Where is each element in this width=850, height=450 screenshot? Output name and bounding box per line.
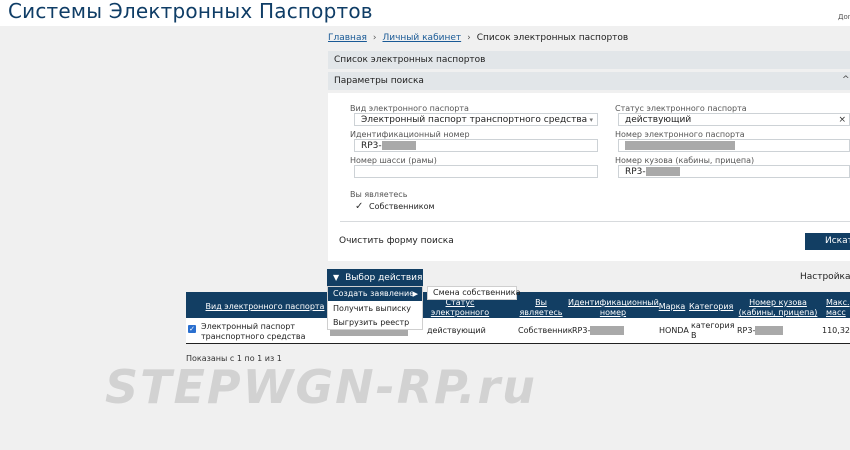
caret-down-icon: ▼ bbox=[333, 273, 340, 282]
chevron-right-icon: ▶ bbox=[412, 290, 418, 298]
redacted-block bbox=[755, 326, 784, 335]
body-number-input[interactable]: RP3- bbox=[618, 165, 850, 178]
search-button[interactable]: Искать bbox=[805, 233, 850, 250]
col-header-body-number[interactable]: Номер кузова (кабины, прицепа) bbox=[738, 298, 818, 318]
redacted-block bbox=[625, 141, 735, 150]
col-header-max-mass[interactable]: Макс. масс bbox=[826, 298, 850, 318]
redacted-block bbox=[590, 326, 625, 335]
status-label: Статус электронного паспорта bbox=[615, 104, 747, 113]
body-number-label: Номер кузова (кабины, прицепа) bbox=[615, 156, 755, 165]
owner-checkbox[interactable]: ✓ bbox=[355, 202, 365, 212]
watermark-logo: STEPWGN-RP.ru bbox=[105, 360, 537, 414]
breadcrumb: Главная › Личный кабинет › Список электронны… bbox=[328, 33, 628, 43]
menu-item-create-application[interactable]: Создать заявление ▶ bbox=[328, 287, 422, 301]
breadcrumb-current: Список электронных паспортов bbox=[476, 33, 629, 43]
breadcrumb-cabinet-link[interactable]: Личный кабинет bbox=[382, 33, 461, 43]
cell-max-mass: 110,32 bbox=[822, 326, 850, 335]
id-number-input[interactable]: RP3- bbox=[354, 139, 598, 152]
cell-type: Электронный паспорт транспортного средст… bbox=[201, 322, 306, 341]
header-user-link[interactable]: Дог bbox=[838, 13, 850, 21]
passport-type-select[interactable]: Электронный паспорт транспортного средст… bbox=[354, 113, 598, 126]
menu-item-get-extract[interactable]: Получить выписку bbox=[328, 302, 422, 316]
menu-item-label: Создать заявление bbox=[333, 289, 415, 298]
clear-icon[interactable]: × bbox=[838, 114, 846, 125]
passport-type-label: Вид электронного паспорта bbox=[350, 104, 469, 113]
passport-number-label: Номер электронного паспорта bbox=[615, 130, 745, 139]
action-select-button[interactable]: ▼ Выбор действия bbox=[327, 269, 423, 286]
app-title: Системы Электронных Паспортов bbox=[8, 0, 373, 23]
id-number-value: RP3- bbox=[361, 141, 382, 151]
id-number-label: Идентификационный номер bbox=[350, 130, 470, 139]
dropdown-caret-icon: ▾ bbox=[589, 116, 593, 124]
body-number-value: RP3- bbox=[625, 167, 646, 177]
action-select-label: Выбор действия bbox=[345, 273, 423, 283]
col-header-id-number[interactable]: Идентификационный номер bbox=[568, 298, 659, 318]
status-select[interactable]: действующий × bbox=[618, 113, 850, 126]
chassis-input[interactable] bbox=[354, 165, 598, 178]
cell-status: действующий bbox=[427, 326, 486, 335]
breadcrumb-home-link[interactable]: Главная bbox=[328, 33, 367, 43]
passport-number-input[interactable] bbox=[618, 139, 850, 152]
cell-brand: HONDA bbox=[659, 326, 689, 335]
cell-body-number: RP3- bbox=[737, 326, 784, 336]
you-are-label: Вы являетесь bbox=[350, 190, 408, 199]
chassis-label: Номер шасси (рамы) bbox=[350, 156, 437, 165]
col-header-type[interactable]: Вид электронного паспорта bbox=[200, 302, 330, 312]
redacted-block bbox=[381, 141, 416, 150]
list-panel-title: Список электронных паспортов bbox=[328, 51, 850, 69]
col-header-role[interactable]: Вы являетесь bbox=[518, 298, 564, 318]
col-header-category[interactable]: Категория bbox=[689, 302, 733, 312]
action-menu: Создать заявление ▶ Получить выписку Выг… bbox=[327, 286, 423, 330]
collapse-chevron-icon[interactable]: ^ bbox=[842, 75, 850, 85]
breadcrumb-separator: › bbox=[372, 33, 377, 43]
cell-id-number: RP3- bbox=[572, 326, 625, 336]
search-panel-header[interactable]: Параметры поиска bbox=[328, 72, 850, 90]
passport-type-value: Электронный паспорт транспортного средст… bbox=[361, 115, 588, 125]
cell-id-number-value: RP3- bbox=[572, 326, 591, 335]
cell-role: Собственник bbox=[518, 326, 573, 335]
cell-category: категория B bbox=[691, 321, 735, 340]
menu-item-export-registry[interactable]: Выгрузить реестр bbox=[328, 316, 422, 330]
row-checkbox[interactable]: ✓ bbox=[188, 325, 196, 333]
col-header-brand[interactable]: Марка bbox=[657, 302, 687, 312]
submenu-item-change-owner[interactable]: Смена собственника bbox=[427, 286, 521, 300]
breadcrumb-separator: › bbox=[467, 33, 471, 43]
clear-form-link[interactable]: Очистить форму поиска bbox=[339, 236, 454, 246]
status-value: действующий bbox=[625, 115, 692, 125]
form-divider bbox=[340, 221, 850, 222]
owner-checkbox-label: Собственником bbox=[369, 202, 435, 211]
cell-body-number-value: RP3- bbox=[737, 326, 756, 335]
table-settings-link[interactable]: Настройка т bbox=[800, 272, 850, 282]
redacted-block bbox=[645, 167, 680, 176]
app-header: Системы Электронных Паспортов Дог bbox=[0, 0, 850, 26]
